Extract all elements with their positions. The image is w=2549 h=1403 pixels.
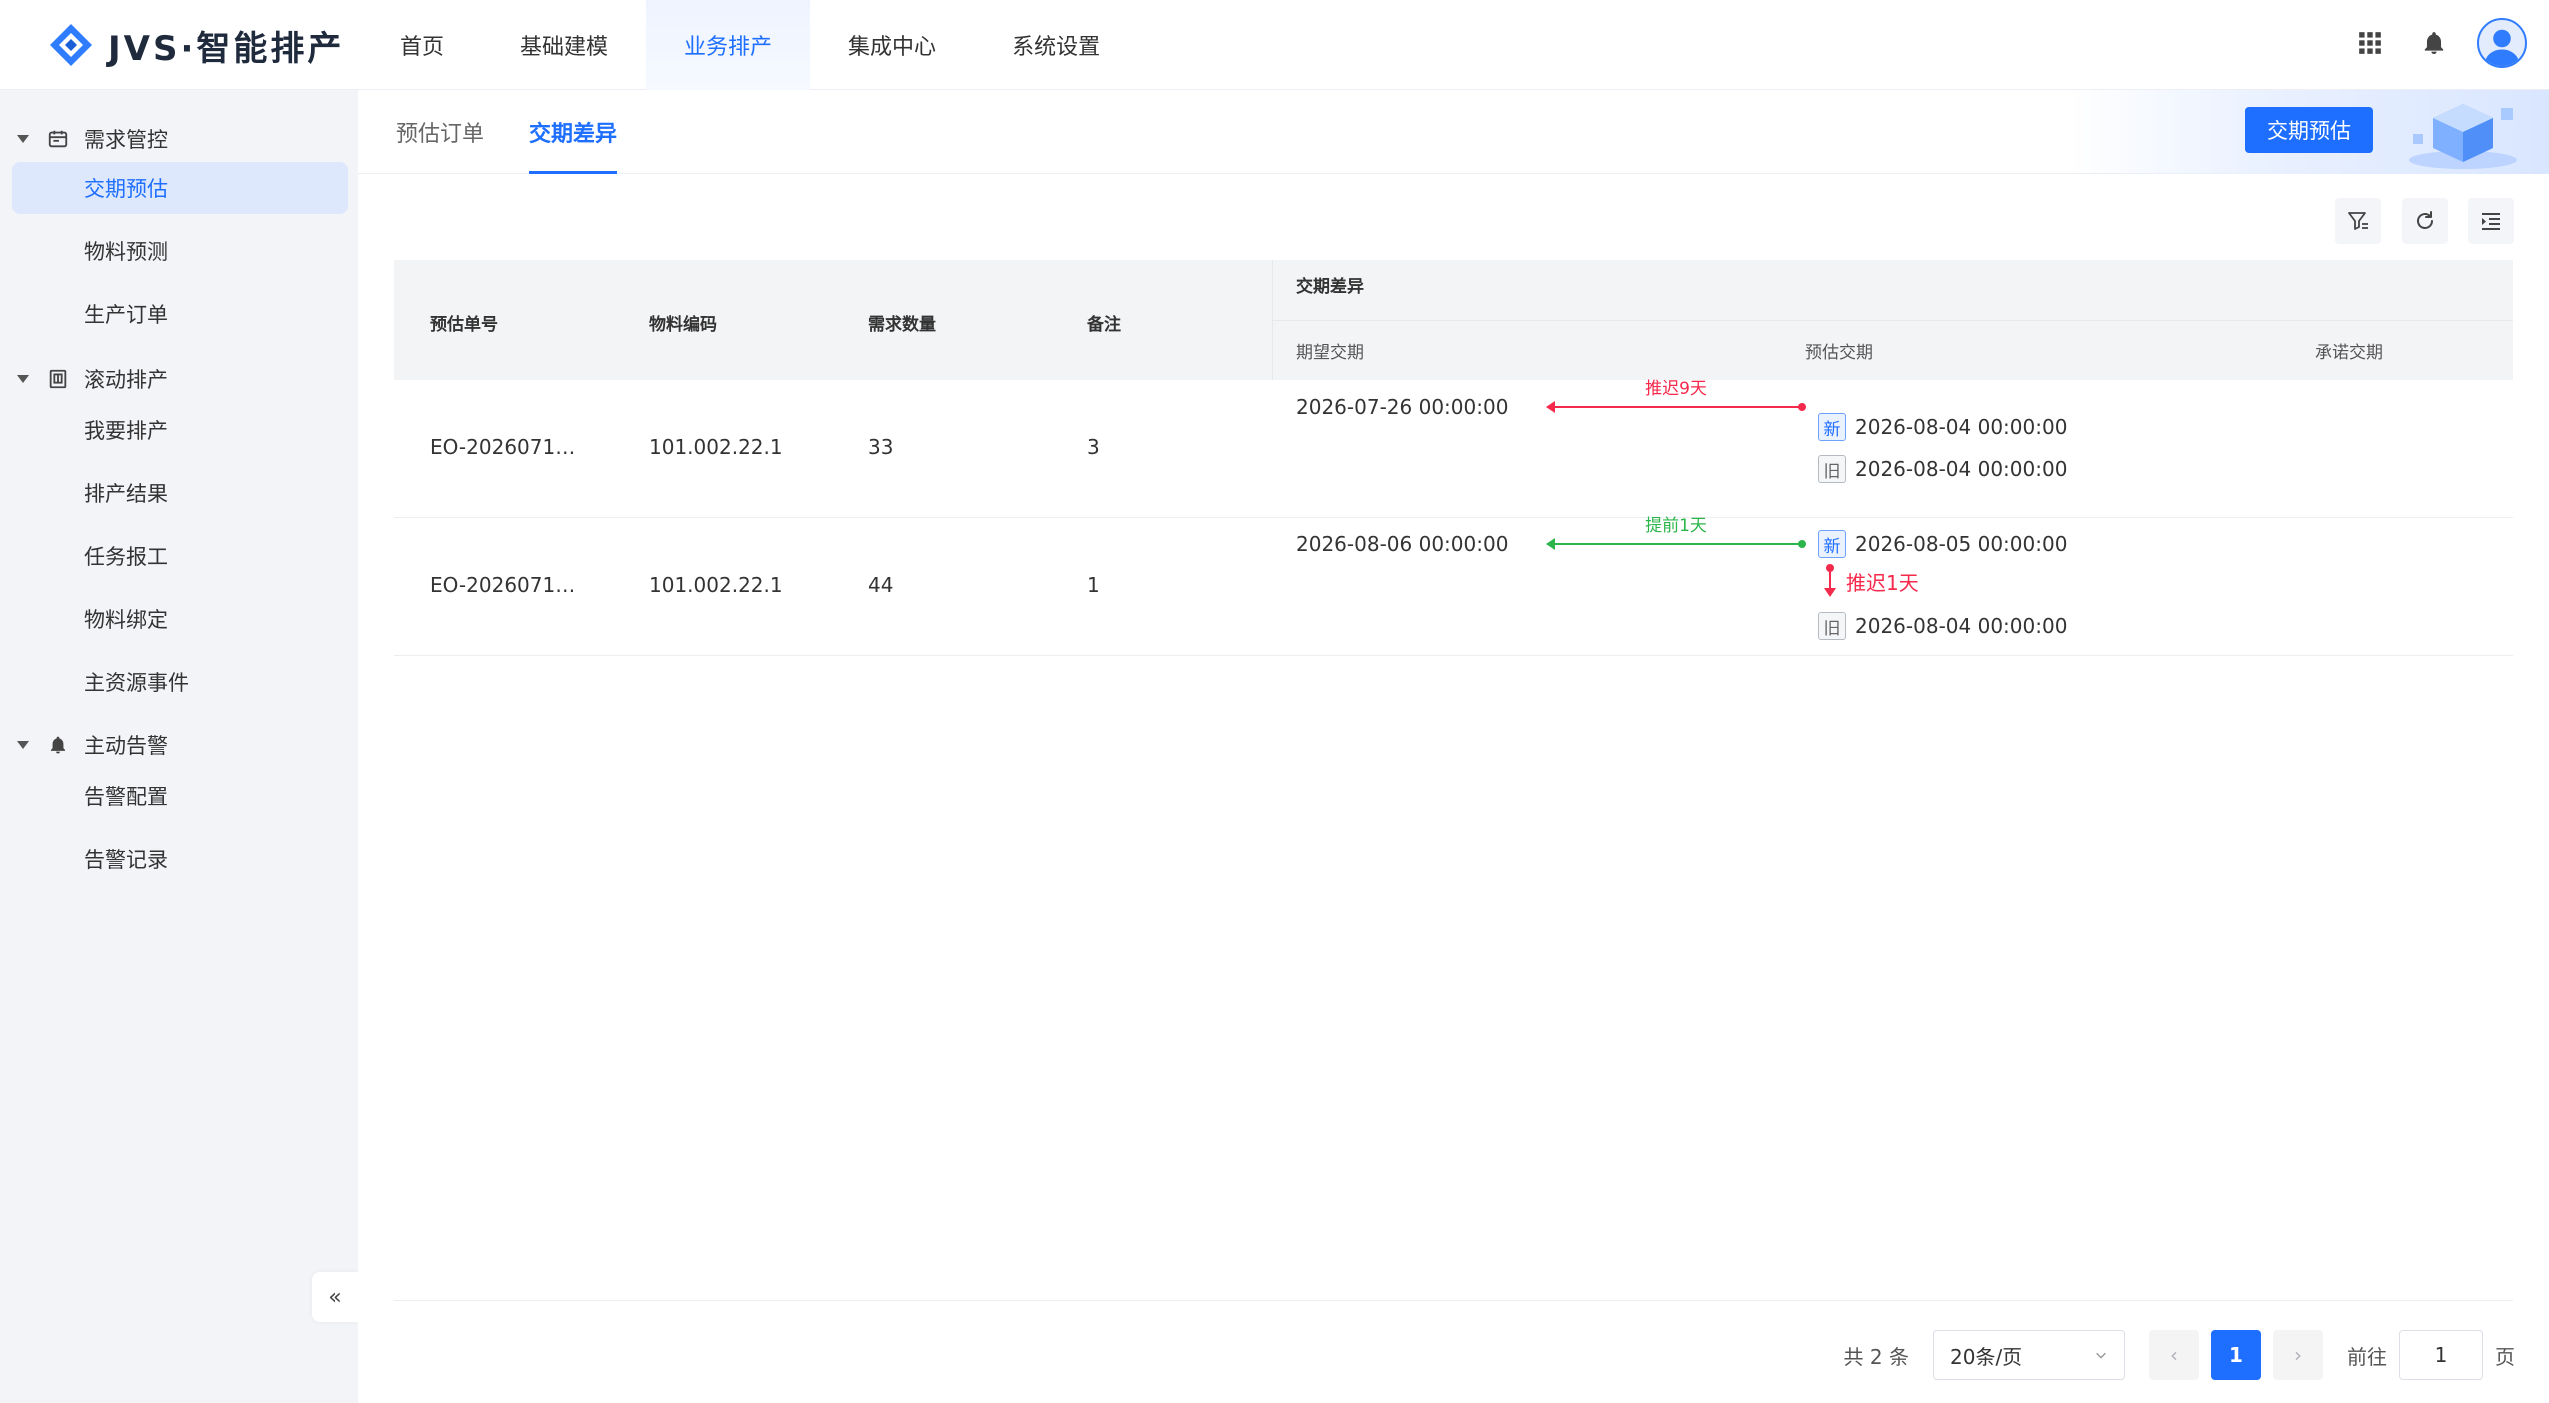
sidebar-collapse-button[interactable]: « bbox=[312, 1272, 358, 1322]
advance-arrow: 提前1天 bbox=[1546, 516, 1806, 555]
caret-down-icon bbox=[17, 135, 29, 143]
old-estimated-date: 2026-08-04 00:00:00 bbox=[1855, 457, 2068, 481]
sidebar-item-material-binding[interactable]: 物料绑定 bbox=[12, 593, 348, 645]
diff-label: 提前1天 bbox=[1645, 516, 1707, 536]
app-title: JVS·智能排产 bbox=[108, 28, 345, 69]
user-avatar-icon[interactable] bbox=[2477, 18, 2527, 68]
sidebar-group-demand[interactable]: 需求管控 bbox=[0, 114, 358, 164]
logo-icon bbox=[50, 24, 92, 66]
topnav-scheduling[interactable]: 业务排产 bbox=[646, 0, 811, 90]
cube-illustration-icon bbox=[2409, 104, 2517, 169]
shift-indicator: 推迟1天 bbox=[1824, 564, 1919, 598]
cell-material-code: 101.002.22.1 bbox=[649, 573, 783, 597]
new-estimated-date: 2026-08-05 00:00:00 bbox=[1855, 532, 2068, 556]
calendar-icon bbox=[46, 127, 70, 151]
sidebar: 需求管控 交期预估 物料预测 生产订单 滚动排产 我要排产 排产结果 任务报工 … bbox=[0, 90, 358, 1403]
arrow-down-icon bbox=[1824, 564, 1836, 598]
tab-estimated-orders[interactable]: 预估订单 bbox=[396, 90, 484, 174]
column-settings-icon[interactable] bbox=[2468, 198, 2514, 244]
cell-order-no[interactable]: EO-2026071… bbox=[430, 573, 575, 597]
sidebar-item-schedule-result[interactable]: 排产结果 bbox=[12, 467, 348, 519]
bell-icon bbox=[46, 733, 70, 757]
goto-suffix: 页 bbox=[2495, 1344, 2515, 1369]
topnav-integration[interactable]: 集成中心 bbox=[810, 0, 974, 90]
page-size-select[interactable]: 20条/页 bbox=[1933, 1330, 2125, 1380]
delivery-estimate-button[interactable]: 交期预估 bbox=[2245, 107, 2373, 153]
col-order-no: 预估单号 bbox=[430, 315, 498, 335]
page-size-value: 20条/页 bbox=[1950, 1344, 2023, 1369]
building-icon bbox=[46, 367, 70, 391]
new-estimated-date: 2026-08-04 00:00:00 bbox=[1855, 415, 2068, 439]
topnav-modeling[interactable]: 基础建模 bbox=[482, 0, 646, 90]
col-promised-date: 承诺交期 bbox=[2315, 343, 2383, 363]
cell-qty: 33 bbox=[868, 435, 894, 459]
bell-icon[interactable] bbox=[2413, 22, 2455, 64]
old-tag: 旧 bbox=[1818, 612, 1846, 640]
header-divider bbox=[1272, 320, 2513, 321]
new-tag: 新 bbox=[1818, 413, 1846, 441]
prev-page-button[interactable]: ‹ bbox=[2149, 1330, 2199, 1380]
cell-remark: 1 bbox=[1087, 573, 1100, 597]
goto-prefix: 前往 bbox=[2347, 1344, 2387, 1369]
table-header: 预估单号 物料编码 需求数量 备注 交期差异 期望交期 预估交期 承诺交期 bbox=[394, 260, 2513, 380]
sidebar-group-label: 滚动排产 bbox=[84, 368, 168, 392]
sidebar-item-task-report[interactable]: 任务报工 bbox=[12, 530, 348, 582]
col-expected-date: 期望交期 bbox=[1296, 343, 1364, 363]
col-material-code: 物料编码 bbox=[649, 315, 717, 335]
refresh-icon[interactable] bbox=[2402, 198, 2448, 244]
sidebar-group-rolling[interactable]: 滚动排产 bbox=[0, 354, 358, 404]
page-number-current[interactable]: 1 bbox=[2211, 1330, 2261, 1380]
table-row[interactable]: EO-2026071… 101.002.22.1 44 1 2026-08-06… bbox=[394, 516, 2513, 656]
sidebar-item-material-forecast[interactable]: 物料预测 bbox=[12, 225, 348, 277]
sidebar-item-production-order[interactable]: 生产订单 bbox=[12, 288, 348, 340]
total-count: 共 2 条 bbox=[1843, 1344, 1909, 1369]
sidebar-item-alert-records[interactable]: 告警记录 bbox=[12, 833, 348, 885]
app-logo[interactable]: JVS·智能排产 bbox=[48, 20, 344, 70]
delay-arrow: 推迟9天 bbox=[1546, 379, 1806, 418]
sidebar-item-resource-events[interactable]: 主资源事件 bbox=[12, 656, 348, 708]
shift-label: 推迟1天 bbox=[1846, 570, 1919, 595]
cell-material-code: 101.002.22.1 bbox=[649, 435, 783, 459]
new-tag: 新 bbox=[1818, 530, 1846, 558]
expected-date: 2026-07-26 00:00:00 bbox=[1296, 395, 1509, 419]
header-actions bbox=[2349, 18, 2527, 68]
diff-label: 推迟9天 bbox=[1645, 379, 1707, 399]
col-remark: 备注 bbox=[1087, 315, 1121, 335]
col-qty: 需求数量 bbox=[868, 315, 936, 335]
cell-qty: 44 bbox=[868, 573, 894, 597]
tab-bar: 预估订单 交期差异 交期预估 bbox=[358, 90, 2549, 174]
caret-down-icon bbox=[17, 741, 29, 749]
topnav-settings[interactable]: 系统设置 bbox=[974, 0, 1138, 90]
filter-icon[interactable] bbox=[2335, 198, 2381, 244]
cell-remark: 3 bbox=[1087, 435, 1100, 459]
sidebar-group-alerts[interactable]: 主动告警 bbox=[0, 720, 358, 770]
tab-delivery-difference[interactable]: 交期差异 bbox=[529, 90, 618, 174]
pagination: 共 2 条 20条/页 ‹ 1 › 前往 1 页 bbox=[1844, 1330, 2515, 1380]
caret-down-icon bbox=[17, 375, 29, 383]
old-estimated-date: 2026-08-04 00:00:00 bbox=[1855, 614, 2068, 638]
delivery-difference-table: 预估单号 物料编码 需求数量 备注 交期差异 期望交期 预估交期 承诺交期 EO… bbox=[394, 260, 2513, 656]
top-nav: 首页 基础建模 业务排产 集成中心 系统设置 bbox=[362, 0, 1138, 90]
pager-divider bbox=[394, 1300, 2513, 1301]
apps-grid-icon[interactable] bbox=[2349, 22, 2391, 64]
sidebar-item-alert-config[interactable]: 告警配置 bbox=[12, 770, 348, 822]
sidebar-item-schedule[interactable]: 我要排产 bbox=[12, 404, 348, 456]
table-row[interactable]: EO-2026071… 101.002.22.1 33 3 2026-07-26… bbox=[394, 379, 2513, 518]
old-tag: 旧 bbox=[1818, 455, 1846, 483]
expected-date: 2026-08-06 00:00:00 bbox=[1296, 532, 1509, 556]
top-header: JVS·智能排产 首页 基础建模 业务排产 集成中心 系统设置 bbox=[0, 0, 2549, 90]
col-estimated-date: 预估交期 bbox=[1805, 343, 1873, 363]
sidebar-group-label: 主动告警 bbox=[84, 734, 168, 758]
next-page-button[interactable]: › bbox=[2273, 1330, 2323, 1380]
cell-order-no[interactable]: EO-2026071… bbox=[430, 435, 575, 459]
col-group-delivery-diff: 交期差异 bbox=[1296, 277, 1364, 297]
sidebar-item-delivery-estimate[interactable]: 交期预估 bbox=[12, 162, 348, 214]
goto-page-input[interactable]: 1 bbox=[2399, 1330, 2483, 1380]
sidebar-group-label: 需求管控 bbox=[84, 128, 168, 152]
main-content: 预估订单 交期差异 交期预估 预估单号 物料编码 需求数量 备注 交期差异 期望… bbox=[358, 90, 2549, 1403]
chevron-down-icon bbox=[2094, 1343, 2108, 1367]
topnav-home[interactable]: 首页 bbox=[362, 0, 482, 90]
